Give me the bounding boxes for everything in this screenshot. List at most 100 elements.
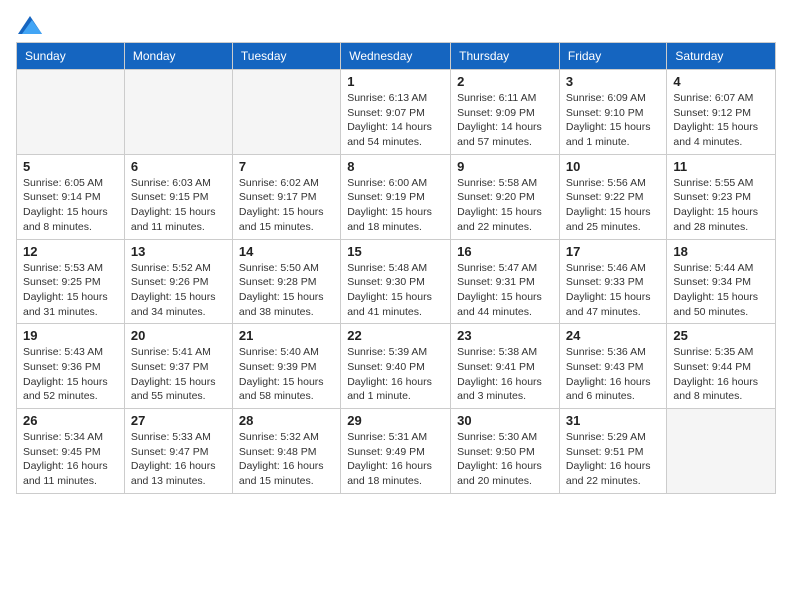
calendar-cell: 31 Sunrise: 5:29 AM Sunset: 9:51 PM Dayli… xyxy=(559,409,667,494)
day-info: Sunrise: 5:29 AM Sunset: 9:51 PM Dayligh… xyxy=(566,430,661,489)
day-number: 18 xyxy=(673,244,769,259)
calendar-cell: 28Sunrise: 5:32 AM Sunset: 9:48 PM Dayli… xyxy=(232,409,340,494)
day-number: 19 xyxy=(23,328,118,343)
day-number: 23 xyxy=(457,328,553,343)
weekday-header: Thursday xyxy=(451,43,560,70)
day-info: Sunrise: 5:32 AM Sunset: 9:48 PM Dayligh… xyxy=(239,430,334,489)
day-number: 21 xyxy=(239,328,334,343)
day-info: Sunrise: 5:39 AM Sunset: 9:40 PM Dayligh… xyxy=(347,345,444,404)
day-info: Sunrise: 5:53 AM Sunset: 9:25 PM Dayligh… xyxy=(23,261,118,320)
weekday-header: Saturday xyxy=(667,43,776,70)
day-number: 5 xyxy=(23,159,118,174)
day-info: Sunrise: 5:50 AM Sunset: 9:28 PM Dayligh… xyxy=(239,261,334,320)
day-info: Sunrise: 5:48 AM Sunset: 9:30 PM Dayligh… xyxy=(347,261,444,320)
weekday-header: Monday xyxy=(124,43,232,70)
calendar-cell: 14 Sunrise: 5:50 AM Sunset: 9:28 PM Dayli… xyxy=(232,239,340,324)
day-number: 31 xyxy=(566,413,661,428)
calendar-cell: 23 Sunrise: 5:38 AM Sunset: 9:41 PM Dayli… xyxy=(451,324,560,409)
calendar-cell: 12 Sunrise: 5:53 AM Sunset: 9:25 PM Dayli… xyxy=(17,239,125,324)
day-number: 2 xyxy=(457,74,553,89)
day-number: 14 xyxy=(239,244,334,259)
day-info: Sunrise: 5:41 AM Sunset: 9:37 PM Dayligh… xyxy=(131,345,226,404)
day-info: Sunrise: 5:44 AM Sunset: 9:34 PM Dayligh… xyxy=(673,261,769,320)
logo-icon xyxy=(18,16,42,34)
calendar-table: SundayMondayTuesdayWednesdayThursdayFrid… xyxy=(16,42,776,494)
calendar-cell: 6Sunrise: 6:03 AM Sunset: 9:15 PM Daylig… xyxy=(124,154,232,239)
calendar-cell: 15 Sunrise: 5:48 AM Sunset: 9:30 PM Dayli… xyxy=(341,239,451,324)
calendar-header-row: SundayMondayTuesdayWednesdayThursdayFrid… xyxy=(17,43,776,70)
calendar-week-row: 26 Sunrise: 5:34 AM Sunset: 9:45 PM Dayli… xyxy=(17,409,776,494)
day-info: Sunrise: 6:09 AM Sunset: 9:10 PM Dayligh… xyxy=(566,91,661,150)
calendar-cell: 27 Sunrise: 5:33 AM Sunset: 9:47 PM Dayli… xyxy=(124,409,232,494)
calendar-cell xyxy=(667,409,776,494)
calendar-cell: 1 Sunrise: 6:13 AM Sunset: 9:07 PM Daylig… xyxy=(341,70,451,155)
day-info: Sunrise: 5:40 AM Sunset: 9:39 PM Dayligh… xyxy=(239,345,334,404)
calendar-cell: 13 Sunrise: 5:52 AM Sunset: 9:26 PM Dayli… xyxy=(124,239,232,324)
day-number: 4 xyxy=(673,74,769,89)
day-info: Sunrise: 5:58 AM Sunset: 9:20 PM Dayligh… xyxy=(457,176,553,235)
day-info: Sunrise: 5:52 AM Sunset: 9:26 PM Dayligh… xyxy=(131,261,226,320)
day-info: Sunrise: 5:55 AM Sunset: 9:23 PM Dayligh… xyxy=(673,176,769,235)
day-info: Sunrise: 6:02 AM Sunset: 9:17 PM Dayligh… xyxy=(239,176,334,235)
day-number: 29 xyxy=(347,413,444,428)
day-info: Sunrise: 5:35 AM Sunset: 9:44 PM Dayligh… xyxy=(673,345,769,404)
calendar-cell: 4 Sunrise: 6:07 AM Sunset: 9:12 PM Daylig… xyxy=(667,70,776,155)
day-info: Sunrise: 5:36 AM Sunset: 9:43 PM Dayligh… xyxy=(566,345,661,404)
page-header xyxy=(16,16,776,34)
day-number: 10 xyxy=(566,159,661,174)
calendar-cell: 5Sunrise: 6:05 AM Sunset: 9:14 PM Daylig… xyxy=(17,154,125,239)
day-number: 11 xyxy=(673,159,769,174)
calendar-cell: 21 Sunrise: 5:40 AM Sunset: 9:39 PM Dayli… xyxy=(232,324,340,409)
day-info: Sunrise: 5:33 AM Sunset: 9:47 PM Dayligh… xyxy=(131,430,226,489)
day-info: Sunrise: 5:43 AM Sunset: 9:36 PM Dayligh… xyxy=(23,345,118,404)
calendar-cell: 8 Sunrise: 6:00 AM Sunset: 9:19 PM Daylig… xyxy=(341,154,451,239)
day-number: 9 xyxy=(457,159,553,174)
calendar-cell: 22Sunrise: 5:39 AM Sunset: 9:40 PM Dayli… xyxy=(341,324,451,409)
day-number: 15 xyxy=(347,244,444,259)
calendar-cell: 30 Sunrise: 5:30 AM Sunset: 9:50 PM Dayli… xyxy=(451,409,560,494)
calendar-cell: 19 Sunrise: 5:43 AM Sunset: 9:36 PM Dayli… xyxy=(17,324,125,409)
day-number: 24 xyxy=(566,328,661,343)
day-info: Sunrise: 6:13 AM Sunset: 9:07 PM Dayligh… xyxy=(347,91,444,150)
day-info: Sunrise: 5:31 AM Sunset: 9:49 PM Dayligh… xyxy=(347,430,444,489)
day-info: Sunrise: 6:07 AM Sunset: 9:12 PM Dayligh… xyxy=(673,91,769,150)
weekday-header: Wednesday xyxy=(341,43,451,70)
weekday-header: Tuesday xyxy=(232,43,340,70)
day-number: 7 xyxy=(239,159,334,174)
calendar-week-row: 12 Sunrise: 5:53 AM Sunset: 9:25 PM Dayli… xyxy=(17,239,776,324)
calendar-cell: 16 Sunrise: 5:47 AM Sunset: 9:31 PM Dayli… xyxy=(451,239,560,324)
calendar-cell: 17 Sunrise: 5:46 AM Sunset: 9:33 PM Dayli… xyxy=(559,239,667,324)
calendar-cell: 7 Sunrise: 6:02 AM Sunset: 9:17 PM Daylig… xyxy=(232,154,340,239)
day-info: Sunrise: 5:47 AM Sunset: 9:31 PM Dayligh… xyxy=(457,261,553,320)
day-number: 27 xyxy=(131,413,226,428)
day-info: Sunrise: 6:11 AM Sunset: 9:09 PM Dayligh… xyxy=(457,91,553,150)
weekday-header: Friday xyxy=(559,43,667,70)
day-number: 12 xyxy=(23,244,118,259)
calendar-week-row: 5Sunrise: 6:05 AM Sunset: 9:14 PM Daylig… xyxy=(17,154,776,239)
calendar-cell: 24 Sunrise: 5:36 AM Sunset: 9:43 PM Dayli… xyxy=(559,324,667,409)
calendar-cell xyxy=(17,70,125,155)
calendar-cell xyxy=(232,70,340,155)
day-info: Sunrise: 5:46 AM Sunset: 9:33 PM Dayligh… xyxy=(566,261,661,320)
day-number: 3 xyxy=(566,74,661,89)
day-info: Sunrise: 5:38 AM Sunset: 9:41 PM Dayligh… xyxy=(457,345,553,404)
calendar-cell: 26 Sunrise: 5:34 AM Sunset: 9:45 PM Dayli… xyxy=(17,409,125,494)
calendar-cell: 10Sunrise: 5:56 AM Sunset: 9:22 PM Dayli… xyxy=(559,154,667,239)
day-number: 8 xyxy=(347,159,444,174)
calendar-cell: 9 Sunrise: 5:58 AM Sunset: 9:20 PM Daylig… xyxy=(451,154,560,239)
calendar-cell: 25Sunrise: 5:35 AM Sunset: 9:44 PM Dayli… xyxy=(667,324,776,409)
day-info: Sunrise: 6:00 AM Sunset: 9:19 PM Dayligh… xyxy=(347,176,444,235)
calendar-cell: 29 Sunrise: 5:31 AM Sunset: 9:49 PM Dayli… xyxy=(341,409,451,494)
day-number: 1 xyxy=(347,74,444,89)
day-number: 30 xyxy=(457,413,553,428)
day-number: 13 xyxy=(131,244,226,259)
day-info: Sunrise: 5:30 AM Sunset: 9:50 PM Dayligh… xyxy=(457,430,553,489)
day-number: 17 xyxy=(566,244,661,259)
calendar-cell: 3 Sunrise: 6:09 AM Sunset: 9:10 PM Daylig… xyxy=(559,70,667,155)
calendar-week-row: 1 Sunrise: 6:13 AM Sunset: 9:07 PM Daylig… xyxy=(17,70,776,155)
day-number: 16 xyxy=(457,244,553,259)
day-number: 26 xyxy=(23,413,118,428)
calendar-cell: 18 Sunrise: 5:44 AM Sunset: 9:34 PM Dayli… xyxy=(667,239,776,324)
calendar-cell: 20Sunrise: 5:41 AM Sunset: 9:37 PM Dayli… xyxy=(124,324,232,409)
day-info: Sunrise: 5:34 AM Sunset: 9:45 PM Dayligh… xyxy=(23,430,118,489)
